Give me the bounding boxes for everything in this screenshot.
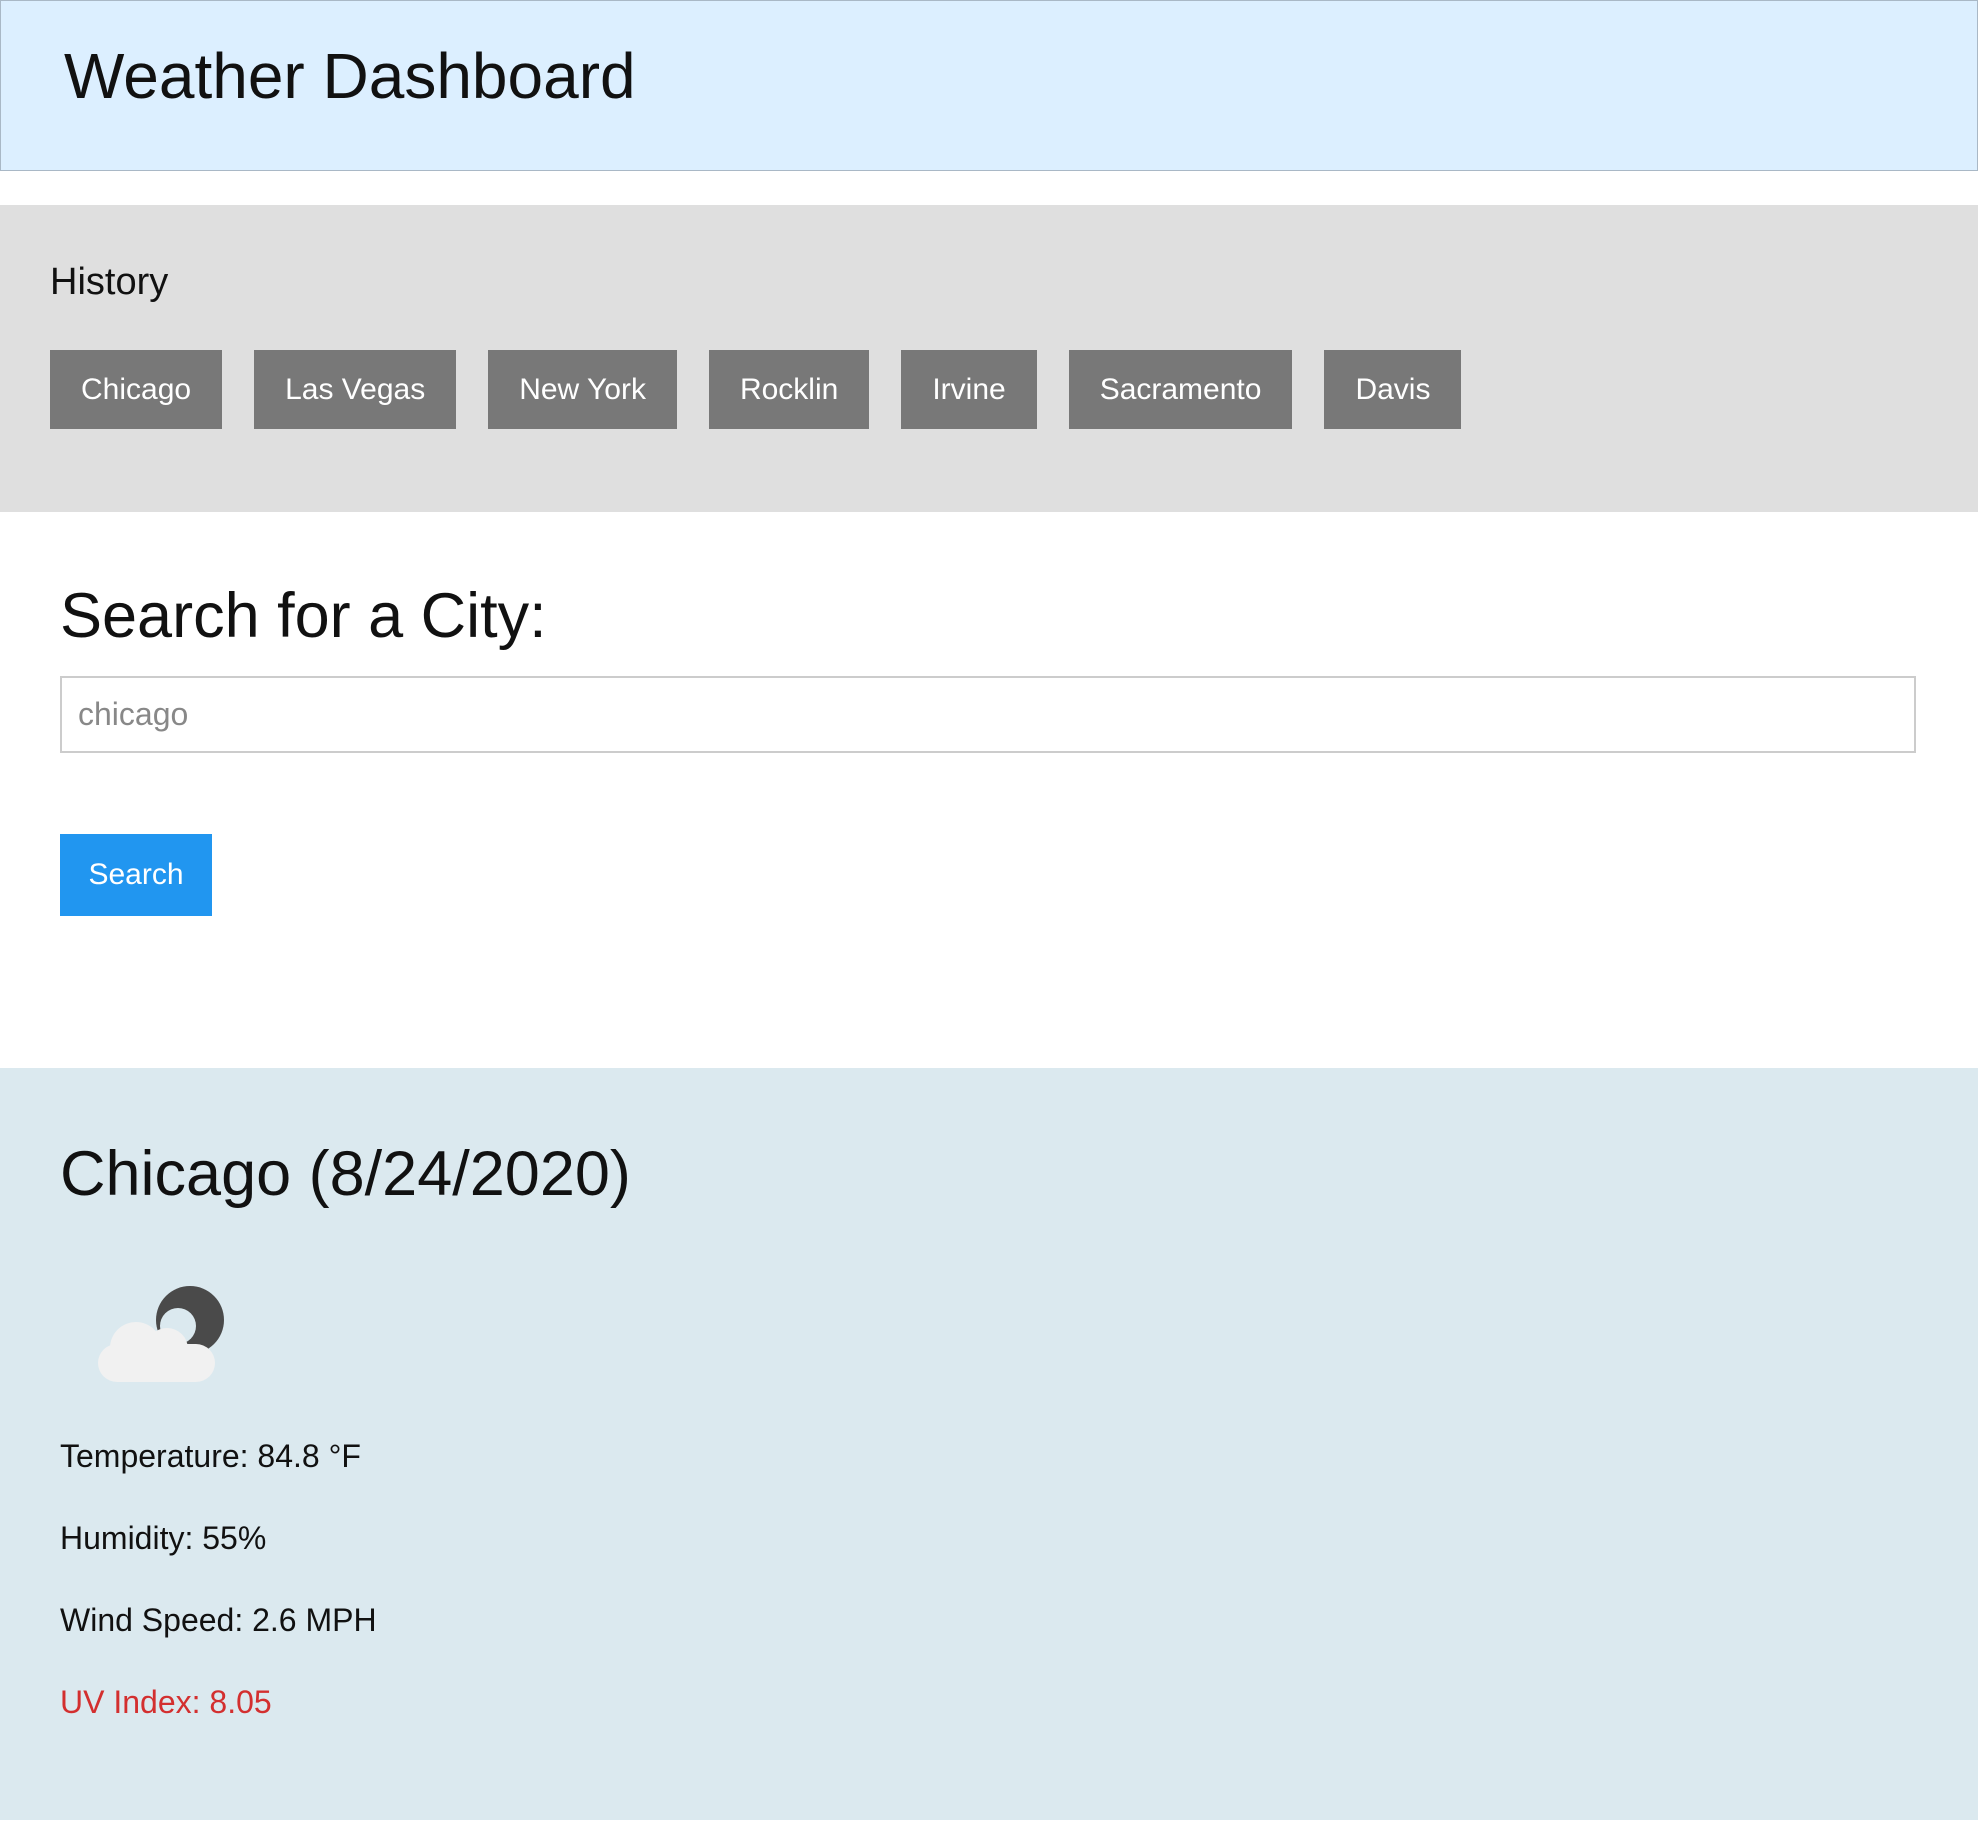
history-panel: History Chicago Las Vegas New York Rockl…: [0, 205, 1978, 512]
history-button-davis[interactable]: Davis: [1324, 350, 1462, 429]
temperature-text: Temperature: 84.8 °F: [60, 1438, 361, 1474]
city-search-input[interactable]: [60, 676, 1916, 753]
partly-cloudy-night-icon: [88, 1278, 238, 1388]
current-weather-title: Chicago (8/24/2020): [60, 1139, 631, 1209]
search-panel: Search for a City: Search: [0, 512, 1978, 1068]
current-weather-panel: Chicago (8/24/2020) Temperature: 84.8 °F…: [0, 1068, 1978, 1820]
app-title: Weather Dashboard: [64, 40, 636, 112]
history-button-new-york[interactable]: New York: [488, 350, 677, 429]
search-button[interactable]: Search: [60, 834, 212, 916]
history-button-chicago[interactable]: Chicago: [50, 350, 223, 429]
history-title: History: [50, 261, 169, 303]
wind-speed-text: Wind Speed: 2.6 MPH: [60, 1602, 377, 1638]
history-button-irvine[interactable]: Irvine: [901, 350, 1037, 429]
app-header: Weather Dashboard: [0, 0, 1978, 171]
humidity-text: Humidity: 55%: [60, 1520, 267, 1556]
search-title: Search for a City:: [60, 581, 547, 651]
history-button-las-vegas[interactable]: Las Vegas: [254, 350, 457, 429]
history-button-sacramento[interactable]: Sacramento: [1068, 350, 1293, 429]
uv-index-text: UV Index: 8.05: [60, 1684, 272, 1720]
history-list: Chicago Las Vegas New York Rocklin Irvin…: [50, 350, 1462, 429]
history-button-rocklin[interactable]: Rocklin: [708, 350, 870, 429]
